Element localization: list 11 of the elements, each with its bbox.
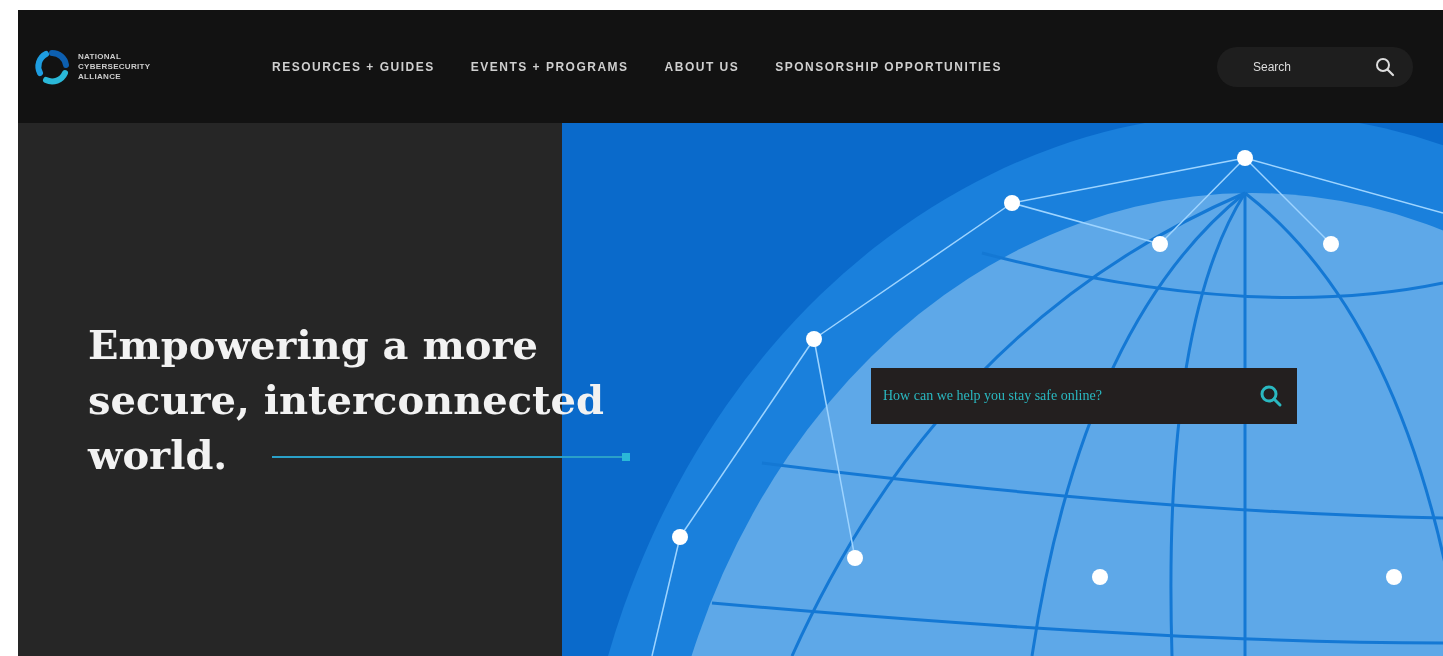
- nav-link[interactable]: RESOURCES + GUIDES: [272, 59, 435, 74]
- nav-link[interactable]: ABOUT US: [664, 59, 740, 74]
- search-icon[interactable]: [1375, 56, 1395, 77]
- help-search-field[interactable]: How can we help you stay safe online?: [871, 368, 1297, 424]
- search-field[interactable]: Search: [1217, 46, 1413, 87]
- search-icon[interactable]: [1259, 384, 1283, 408]
- nav-link[interactable]: SPONSORSHIP OPPORTUNITIES: [775, 59, 1002, 74]
- headline-line: Empowering a more: [88, 320, 538, 370]
- headline-line: world.: [88, 430, 228, 480]
- nav-link[interactable]: EVENTS + PROGRAMS: [470, 59, 629, 74]
- logo-wordmark[interactable]: NATIONAL CYBERSECURITY ALLIANCE: [78, 51, 151, 82]
